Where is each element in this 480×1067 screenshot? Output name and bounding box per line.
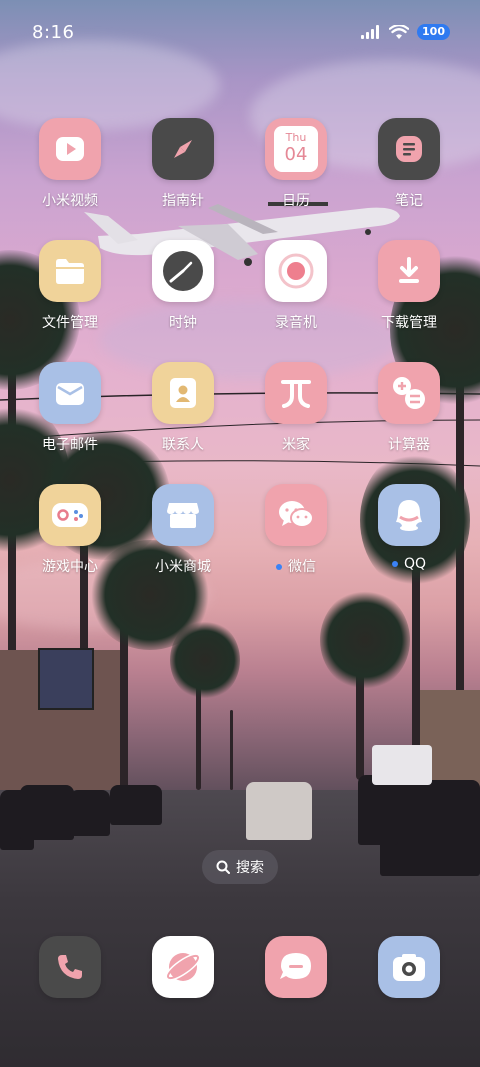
folder-icon [39, 240, 101, 302]
gamepad-icon [39, 484, 101, 546]
app-contacts[interactable]: 联系人 [133, 362, 233, 454]
status-time: 8:16 [32, 22, 75, 43]
parked-car [110, 785, 162, 825]
status-bar: 8:16 100 [0, 0, 480, 64]
dock-camera[interactable] [359, 936, 459, 998]
dock-phone[interactable] [20, 936, 120, 998]
phone-icon [39, 936, 101, 998]
palm-crown [320, 590, 410, 690]
notification-dot [391, 561, 398, 567]
app-qq[interactable]: QQ [359, 484, 459, 572]
palm-crown [170, 620, 240, 700]
search-icon [216, 860, 230, 874]
app-label: 文件管理 [42, 315, 98, 331]
app-compass[interactable]: 指南针 [133, 118, 233, 210]
app-label: 指南针 [162, 193, 204, 209]
wechat-icon [265, 484, 327, 546]
video-play-icon [39, 118, 101, 180]
app-mi-store[interactable]: 小米商城 [133, 484, 233, 576]
status-icons: 100 [361, 24, 450, 40]
mijia-icon [265, 362, 327, 424]
billboard [38, 648, 94, 710]
app-label: 微信 [246, 556, 346, 576]
app-label: 小米商城 [155, 559, 211, 575]
search-button[interactable]: 搜索 [202, 850, 278, 884]
calendar-icon: Thu 04 [265, 118, 327, 180]
app-label: 录音机 [275, 315, 317, 331]
browser-icon [152, 936, 214, 998]
app-email[interactable]: 电子邮件 [20, 362, 120, 454]
app-calendar[interactable]: Thu 04 日历 [246, 118, 346, 210]
battery-icon: 100 [417, 24, 450, 40]
app-label: 下载管理 [381, 315, 437, 331]
calendar-date: 04 [284, 144, 308, 165]
calendar-day: Thu [285, 131, 307, 144]
app-xiaomi-video[interactable]: 小米视频 [20, 118, 120, 210]
qq-icon [378, 484, 440, 546]
app-file-manager[interactable]: 文件管理 [20, 240, 120, 332]
camera-icon [378, 936, 440, 998]
recorder-icon [265, 240, 327, 302]
app-clock[interactable]: 时钟 [133, 240, 233, 332]
app-wechat[interactable]: 微信 [246, 484, 346, 576]
palm-trunk [230, 710, 233, 790]
app-mijia[interactable]: 米家 [246, 362, 346, 454]
parked-car [70, 790, 110, 836]
app-game-center[interactable]: 游戏中心 [20, 484, 120, 576]
notes-icon [378, 118, 440, 180]
dock-browser[interactable] [133, 936, 233, 998]
download-icon [378, 240, 440, 302]
app-label: 联系人 [162, 437, 204, 453]
mail-icon [39, 362, 101, 424]
app-label: 时钟 [169, 315, 197, 331]
app-label: 计算器 [388, 437, 430, 453]
app-recorder[interactable]: 录音机 [246, 240, 346, 332]
app-label: 电子邮件 [42, 437, 98, 453]
signal-icon [361, 25, 380, 39]
notification-dot [276, 564, 282, 570]
store-icon [152, 484, 214, 546]
calculator-icon [378, 362, 440, 424]
app-notes[interactable]: 笔记 [359, 118, 459, 210]
app-label: 笔记 [395, 193, 423, 209]
clock-icon [152, 240, 214, 302]
contacts-icon [152, 362, 214, 424]
search-label: 搜索 [236, 860, 264, 876]
compass-icon [152, 118, 214, 180]
wifi-icon [389, 24, 410, 39]
app-label: 日历 [282, 193, 310, 209]
messages-icon [265, 936, 327, 998]
dock-messages[interactable] [246, 936, 346, 998]
moving-car [246, 782, 312, 840]
app-label: 米家 [282, 437, 310, 453]
app-download-manager[interactable]: 下载管理 [359, 240, 459, 332]
app-label: QQ [359, 556, 459, 572]
app-label: 游戏中心 [42, 559, 98, 575]
parked-van [372, 745, 432, 785]
parked-car [358, 775, 398, 845]
parked-car [20, 785, 74, 840]
app-label: 小米视频 [42, 193, 98, 209]
app-calculator[interactable]: 计算器 [359, 362, 459, 454]
